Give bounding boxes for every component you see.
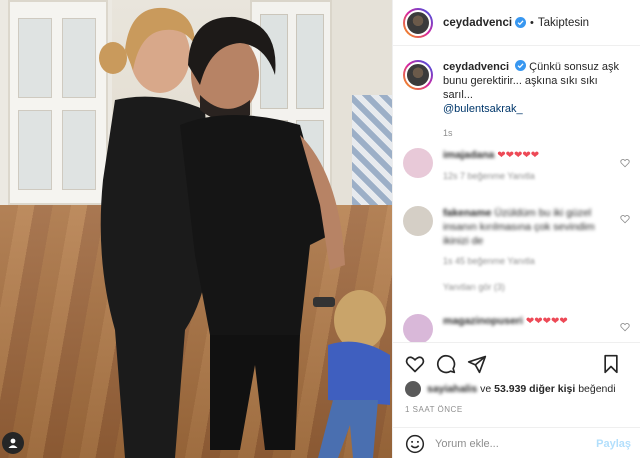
follow-status[interactable]: Takiptesin [538, 17, 589, 29]
comment-username[interactable]: fakename [443, 207, 491, 219]
comment-meta: 12s 7 beğenme Yanıtla [443, 171, 535, 181]
caption-time[interactable]: 1s [443, 126, 630, 140]
comment-item: imajadana ❤❤❤❤❤ 12s 7 beğenme Yanıtla [403, 148, 631, 183]
liker-username[interactable]: sayiahalis [427, 383, 477, 395]
caption-username[interactable]: ceydadvenci [443, 61, 509, 73]
post-caption: ceydadvenci Çünkü sonsuz aşk bunu gerekt… [393, 46, 640, 140]
caption-mention[interactable]: @bulentsakrak_ [443, 103, 523, 115]
comment-like-icon[interactable] [620, 322, 630, 332]
comment-username[interactable]: magazinopuseri [443, 315, 523, 327]
comment-like-icon[interactable] [620, 214, 630, 224]
post-timestamp[interactable]: 1 SAAT ÖNCE [393, 397, 640, 414]
author-avatar[interactable] [403, 7, 433, 38]
comment-text: ❤❤❤❤❤ [497, 150, 540, 161]
photo-child [318, 290, 390, 458]
comment-meta: 1s 45 beğenme Yanıtla [443, 256, 535, 266]
share-icon[interactable] [467, 354, 487, 374]
author-username[interactable]: ceydadvenci [443, 17, 512, 29]
post-header: ceydadvenci • Takiptesin [393, 0, 640, 46]
comment-item: fakename Üzüldüm bu iki güzel insanın kı… [403, 206, 631, 294]
verified-badge-icon [515, 60, 527, 71]
commenter-avatar[interactable] [403, 314, 433, 344]
comment-input[interactable]: Yorum ekle... [435, 438, 596, 450]
post-sidebar: ceydadvenci • Takiptesin ceydadvenci Çün… [392, 0, 640, 458]
post-comment-button[interactable]: Paylaş [596, 438, 631, 450]
caption-avatar[interactable] [403, 60, 433, 90]
likes-connector: ve [480, 383, 492, 395]
comment-item: magazinopuseri ❤❤❤❤❤ [403, 314, 631, 344]
likes-suffix: beğendi [578, 383, 616, 395]
commenter-avatar[interactable] [403, 148, 433, 178]
commenter-avatar[interactable] [403, 206, 433, 236]
post-actions: sayiahalis ve 53.939 diğer kişi beğendi … [393, 342, 640, 458]
comment-text: ❤❤❤❤❤ [525, 316, 568, 327]
liker-avatar[interactable] [405, 381, 421, 397]
header-separator: • [530, 16, 534, 29]
emoji-icon[interactable] [405, 434, 425, 454]
comment-icon[interactable] [436, 354, 456, 374]
verified-badge-icon [515, 17, 527, 28]
likes-count[interactable]: 53.939 diğer kişi [494, 383, 575, 395]
view-replies[interactable]: Yanıtları gör (3) [443, 280, 623, 294]
heart-icon[interactable] [405, 354, 425, 374]
user-tag-icon[interactable] [2, 432, 24, 454]
bookmark-icon[interactable] [602, 354, 620, 374]
comment-composer: Yorum ekle... Paylaş [393, 427, 640, 458]
comment-like-icon[interactable] [620, 158, 630, 168]
post-photo[interactable] [0, 0, 392, 458]
comment-username[interactable]: imajadana [443, 149, 494, 161]
likes-summary: sayiahalis ve 53.939 diğer kişi beğendi [393, 377, 640, 397]
